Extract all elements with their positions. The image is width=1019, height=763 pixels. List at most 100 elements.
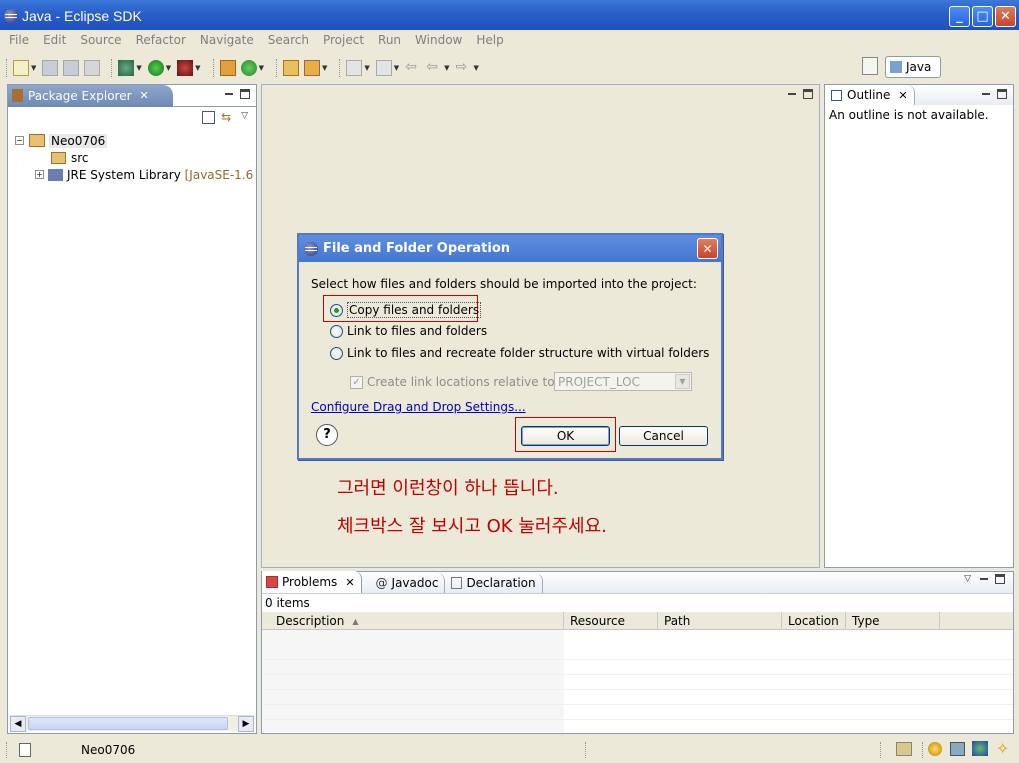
radio-copy-icon[interactable]: [330, 303, 343, 317]
close-problems-icon[interactable]: ✕: [345, 576, 354, 589]
menu-help[interactable]: Help: [476, 33, 503, 47]
outline-minimize-icon[interactable]: [981, 89, 991, 99]
horizontal-scrollbar[interactable]: ◀ ▶: [10, 715, 254, 732]
tree-item-project[interactable]: − Neo0706: [15, 132, 108, 149]
next-annotation-icon[interactable]: [346, 60, 363, 76]
scroll-right-icon[interactable]: ▶: [238, 716, 254, 732]
editor-maximize-icon[interactable]: [803, 89, 813, 99]
tree-item-jre[interactable]: + JRE System Library [JavaSE-1.6: [35, 166, 257, 183]
tab-outline[interactable]: Outline ✕: [825, 85, 915, 105]
help-icon[interactable]: ?: [316, 424, 338, 446]
save-all-icon[interactable]: [63, 60, 80, 76]
column-resource[interactable]: Resource: [564, 612, 658, 630]
radio-link-virtual-icon[interactable]: [330, 346, 343, 360]
package-explorer-tab-label: Package Explorer: [28, 88, 132, 103]
progress-icon[interactable]: [896, 742, 912, 756]
src-label: src: [71, 150, 89, 165]
search-icon[interactable]: [303, 60, 320, 76]
minimize-view-icon[interactable]: [224, 89, 234, 99]
window-titlebar: Java - Eclipse SDK _ □ ✕: [0, 0, 1019, 32]
tab-problems[interactable]: Problems ✕: [262, 571, 362, 593]
java-perspective-button[interactable]: Java: [885, 56, 941, 78]
create-link-checkbox[interactable]: ✓ Create link locations relative to:: [350, 375, 559, 389]
declaration-tab-label: Declaration: [466, 576, 536, 590]
outline-maximize-icon[interactable]: [997, 89, 1007, 99]
grid-line: [262, 705, 1013, 720]
outline-view: Outline ✕ An outline is not available.: [824, 84, 1014, 568]
menu-run[interactable]: Run: [378, 33, 401, 47]
menu-edit[interactable]: Edit: [43, 33, 66, 47]
problems-minimize-icon[interactable]: [979, 574, 989, 584]
back-icon[interactable]: ⇦: [426, 60, 442, 76]
close-outline-icon[interactable]: ✕: [898, 89, 907, 102]
close-tab-icon[interactable]: ✕: [140, 89, 149, 102]
radio-copy-files[interactable]: Copy files and folders: [330, 302, 482, 318]
fast-view-icon[interactable]: [19, 743, 31, 757]
source-folder-icon: [51, 151, 66, 164]
menu-file[interactable]: File: [9, 33, 29, 47]
problems-tab-label: Problems: [282, 575, 338, 589]
maximize-button[interactable]: □: [972, 6, 993, 27]
menu-search[interactable]: Search: [268, 33, 309, 47]
open-perspective-icon[interactable]: [862, 57, 878, 75]
open-type-icon[interactable]: [282, 60, 299, 76]
new-java-package-icon[interactable]: [219, 60, 236, 76]
view-menu-icon[interactable]: ▽: [241, 111, 248, 124]
new-icon[interactable]: [13, 60, 29, 76]
menu-navigate[interactable]: Navigate: [200, 33, 254, 47]
dialog-close-button[interactable]: ✕: [697, 238, 718, 259]
cancel-button[interactable]: Cancel: [619, 426, 708, 446]
ok-button[interactable]: OK: [521, 426, 610, 446]
library-icon: [48, 168, 63, 181]
previous-annotation-icon[interactable]: [375, 60, 392, 76]
scroll-left-icon[interactable]: ◀: [10, 716, 26, 732]
tab-javadoc[interactable]: @ Javadoc: [370, 573, 446, 593]
column-type[interactable]: Type: [846, 612, 940, 630]
tip-bulb-icon[interactable]: [928, 742, 942, 756]
external-tools-icon[interactable]: [177, 60, 194, 76]
tree-item-src[interactable]: src: [51, 149, 89, 166]
run-icon[interactable]: [147, 60, 164, 76]
menu-refactor[interactable]: Refactor: [136, 33, 186, 47]
expand-icon[interactable]: +: [35, 170, 44, 179]
menu-source[interactable]: Source: [80, 33, 121, 47]
configure-dnd-link[interactable]: Configure Drag and Drop Settings...: [311, 400, 526, 414]
update-icon[interactable]: [972, 741, 988, 756]
editor-minimize-icon[interactable]: [787, 89, 797, 99]
dialog-titlebar: File and Folder Operation ✕: [299, 235, 721, 262]
column-description[interactable]: Description ▲: [270, 612, 564, 630]
image-icon[interactable]: [950, 742, 965, 756]
scrollbar-thumb[interactable]: [28, 717, 228, 730]
status-bar: Neo0706 ✧: [0, 737, 1019, 763]
print-icon[interactable]: [84, 60, 101, 76]
collapse-icon[interactable]: −: [15, 136, 24, 145]
menu-project[interactable]: Project: [323, 33, 364, 47]
new-java-class-icon[interactable]: [240, 60, 257, 76]
jre-label: JRE System Library: [67, 167, 181, 182]
relative-to-select[interactable]: PROJECT_LOC ▼: [554, 372, 692, 391]
forward-icon[interactable]: ⇨: [456, 60, 472, 76]
problems-view: Problems ✕ @ Javadoc Declaration ▽ 0 ite…: [261, 571, 1014, 734]
collapse-all-icon[interactable]: [202, 111, 216, 124]
select-dropdown-icon[interactable]: ▼: [675, 374, 690, 389]
problems-view-menu-icon[interactable]: ▽: [964, 574, 971, 584]
radio-link-icon[interactable]: [330, 324, 343, 338]
tab-declaration[interactable]: Declaration: [445, 573, 543, 593]
save-icon[interactable]: [42, 60, 59, 76]
column-path[interactable]: Path: [658, 612, 782, 630]
sparkle-icon[interactable]: ✧: [996, 739, 1009, 758]
maximize-view-icon[interactable]: [240, 89, 250, 99]
tab-package-explorer[interactable]: Package Explorer ✕: [8, 84, 173, 107]
column-location[interactable]: Location: [782, 612, 846, 630]
menu-window[interactable]: Window: [415, 33, 462, 47]
radio-link-virtual[interactable]: Link to files and recreate folder struct…: [330, 346, 709, 360]
link-with-editor-icon[interactable]: ⇆: [221, 111, 235, 124]
debug-icon[interactable]: [118, 60, 135, 76]
minimize-button[interactable]: _: [949, 6, 970, 27]
last-edit-icon[interactable]: ⇦: [405, 60, 421, 76]
close-button[interactable]: ✕: [995, 6, 1016, 27]
problems-icon: [266, 576, 278, 588]
checkbox-icon[interactable]: ✓: [350, 375, 363, 389]
problems-maximize-icon[interactable]: [995, 574, 1005, 584]
radio-link-files[interactable]: Link to files and folders: [330, 324, 487, 338]
